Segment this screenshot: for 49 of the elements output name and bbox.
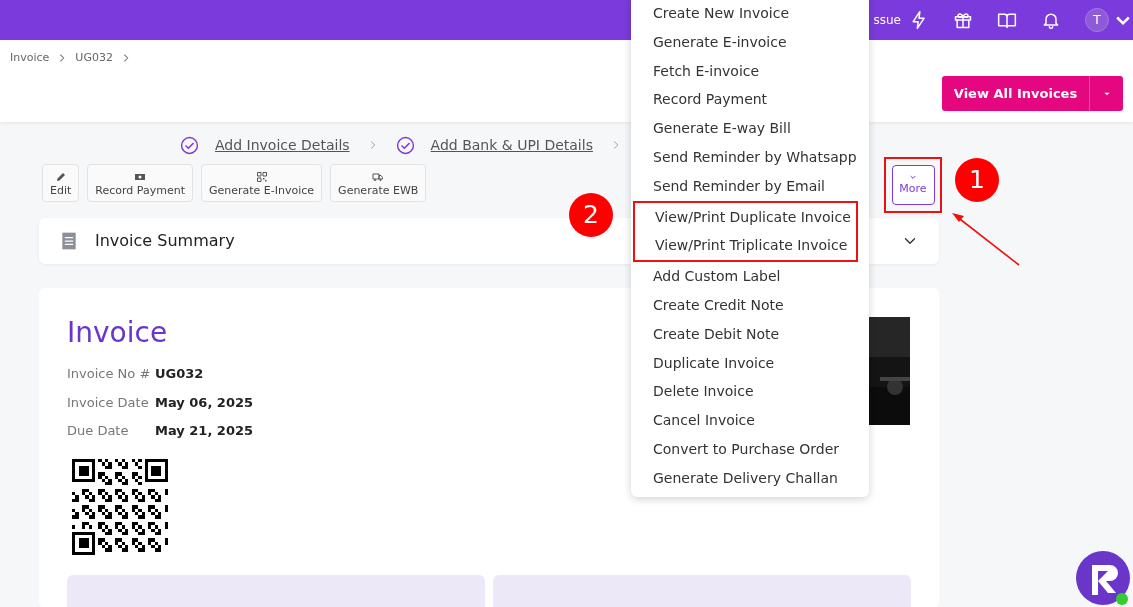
gift-icon[interactable] bbox=[953, 10, 973, 30]
pencil-icon bbox=[54, 171, 67, 183]
field-label: Invoice No # bbox=[67, 365, 152, 384]
book-icon[interactable] bbox=[997, 10, 1017, 30]
view-all-invoices-button[interactable]: View All Invoices bbox=[942, 76, 1123, 111]
menu-item[interactable]: Send Reminder by Whatsapp bbox=[631, 143, 869, 172]
menu-item[interactable]: Cancel Invoice bbox=[631, 406, 869, 435]
invoice-title: Invoice bbox=[67, 316, 168, 350]
menu-item[interactable]: Send Reminder by Email bbox=[631, 171, 869, 201]
chat-widget-icon[interactable] bbox=[1076, 551, 1132, 607]
truck-icon bbox=[372, 171, 385, 183]
menu-item[interactable]: Duplicate Invoice bbox=[631, 348, 869, 378]
receipt-icon bbox=[59, 231, 79, 252]
qr-code-icon bbox=[72, 459, 168, 556]
top-bar-text[interactable]: ssue bbox=[873, 11, 901, 29]
menu-item[interactable]: Generate E-invoice bbox=[631, 27, 869, 57]
menu-item[interactable]: Delete Invoice bbox=[631, 377, 869, 407]
menu-item[interactable]: Add Custom Label bbox=[631, 262, 869, 291]
field-label: Invoice Date bbox=[67, 393, 150, 412]
summary-title: Invoice Summary bbox=[95, 230, 235, 253]
menu-item[interactable]: Fetch E-invoice bbox=[631, 56, 869, 86]
step-link[interactable]: Add Bank & UPI Details bbox=[430, 134, 593, 156]
avatar[interactable]: T bbox=[1085, 8, 1109, 32]
breadcrumb-item[interactable]: Invoice bbox=[10, 50, 50, 67]
toolbar-button[interactable]: Generate EWB bbox=[330, 164, 427, 203]
step-number-marker: 2 bbox=[569, 193, 613, 237]
menu-item[interactable]: View/Print Duplicate Invoice bbox=[635, 202, 856, 232]
menu-item[interactable]: Create Credit Note bbox=[631, 290, 869, 320]
toolbar-button[interactable]: Record Payment bbox=[87, 164, 193, 203]
breadcrumb-item[interactable]: UG032 bbox=[75, 50, 113, 67]
cash-icon bbox=[134, 171, 147, 183]
menu-item[interactable]: Convert to Purchase Order bbox=[631, 434, 869, 464]
field-value: UG032 bbox=[155, 365, 204, 384]
step-number-marker: 1 bbox=[955, 158, 999, 202]
toolbar-button[interactable]: Generate E-Invoice bbox=[201, 164, 323, 203]
menu-item[interactable]: Create Debit Note bbox=[631, 319, 869, 349]
menu-item[interactable]: Generate Delivery Challan bbox=[631, 463, 869, 493]
field-value: May 21, 2025 bbox=[155, 422, 254, 441]
menu-item[interactable]: Generate E-way Bill bbox=[631, 114, 869, 143]
step-link[interactable]: Add Invoice Details bbox=[215, 134, 350, 156]
menu-item[interactable]: Create New Invoice bbox=[631, 0, 869, 28]
toolbar-button[interactable]: Edit bbox=[42, 164, 80, 203]
field-value: May 06, 2025 bbox=[155, 393, 254, 412]
more-button[interactable]: More bbox=[891, 165, 935, 205]
menu-item[interactable]: Record Payment bbox=[631, 85, 869, 115]
menu-item[interactable]: View/Print Triplicate Invoice bbox=[635, 231, 856, 261]
annotation-arrow bbox=[952, 213, 1020, 266]
field-label: Due Date bbox=[67, 422, 130, 441]
qr-icon bbox=[255, 171, 268, 183]
